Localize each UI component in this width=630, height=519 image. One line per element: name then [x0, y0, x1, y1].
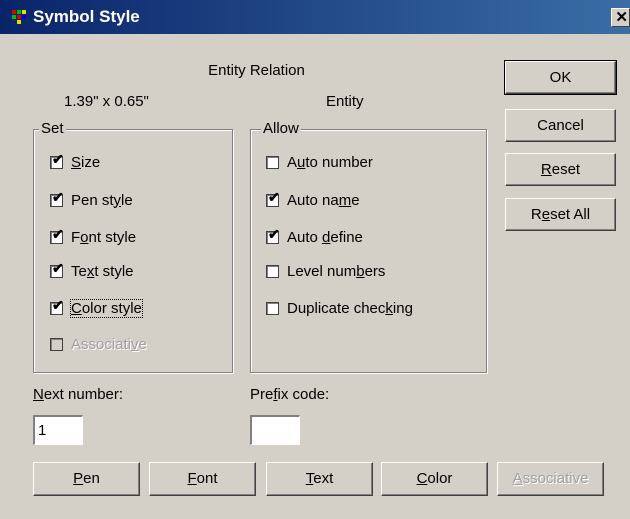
checkbox-level-numbers[interactable]: Level numbers: [266, 260, 385, 282]
symbol-size: 1.39" x 0.65": [64, 93, 149, 110]
next-number-input[interactable]: [33, 415, 83, 445]
checkbox-label-associative: Associative: [71, 335, 147, 353]
allow-group-legend: Allow: [261, 120, 301, 137]
text-button[interactable]: Text: [266, 462, 373, 496]
prefix-code-input[interactable]: [250, 415, 300, 445]
set-group-legend: Set: [39, 120, 66, 137]
checkbox-box[interactable]: ✔: [266, 190, 280, 207]
associative-button: Associative: [497, 462, 604, 496]
check-mark-icon: ✔: [52, 259, 64, 276]
checkbox-box[interactable]: ✔: [50, 261, 64, 278]
checkbox-label-text-style: Text style: [71, 262, 134, 280]
checkbox-box[interactable]: ✔: [50, 298, 64, 315]
checkbox-pen-style[interactable]: ✔ Pen style: [50, 189, 133, 211]
checkbox-font-style[interactable]: ✔ Font style: [50, 226, 136, 248]
check-mark-icon: ✔: [268, 225, 280, 242]
close-icon: ✕: [615, 9, 628, 26]
checkbox-box[interactable]: [266, 301, 279, 315]
font-button[interactable]: Font: [149, 462, 256, 496]
checkbox-label-pen-style: Pen style: [71, 191, 133, 209]
checkbox-label-auto-number: Auto number: [287, 153, 373, 171]
checkbox-label-size: Size: [71, 153, 101, 171]
reset-button[interactable]: Reset: [505, 153, 616, 186]
app-icon: [12, 10, 30, 24]
checkbox-associative: Associative: [50, 333, 147, 355]
check-mark-icon: ✔: [268, 188, 280, 205]
checkbox-box[interactable]: [266, 264, 279, 278]
pen-button[interactable]: Pen: [33, 462, 140, 496]
checkbox-label-duplicate-checking: Duplicate checking: [287, 299, 413, 317]
checkbox-box: [50, 337, 63, 351]
entity-type: Entity: [326, 93, 364, 110]
checkbox-label-color-style: Color style: [70, 298, 143, 318]
color-button[interactable]: Color: [381, 462, 488, 496]
checkbox-box[interactable]: [266, 155, 279, 169]
checkbox-auto-define[interactable]: ✔ Auto define: [266, 226, 363, 248]
ok-button[interactable]: OK: [504, 60, 617, 95]
checkbox-box[interactable]: ✔: [50, 152, 64, 169]
close-button[interactable]: ✕: [611, 8, 630, 27]
checkbox-label-auto-name: Auto name: [287, 191, 360, 209]
checkbox-label-auto-define: Auto define: [287, 228, 363, 246]
check-mark-icon: ✔: [52, 225, 64, 242]
title-bar[interactable]: Symbol Style ✕: [0, 0, 630, 34]
checkbox-text-style[interactable]: ✔ Text style: [50, 260, 134, 282]
cancel-button[interactable]: Cancel: [505, 109, 616, 142]
checkbox-auto-name[interactable]: ✔ Auto name: [266, 189, 360, 211]
symbol-name: Entity Relation: [208, 62, 305, 79]
checkbox-auto-number[interactable]: Auto number: [266, 151, 373, 173]
checkbox-label-level-numbers: Level numbers: [287, 262, 386, 280]
checkbox-box[interactable]: ✔: [50, 190, 64, 207]
next-number-label: Next number:: [33, 386, 124, 403]
prefix-code-label: Prefix code:: [250, 386, 330, 403]
checkbox-duplicate-checking[interactable]: Duplicate checking: [266, 297, 413, 319]
check-mark-icon: ✔: [52, 150, 64, 167]
reset-all-button[interactable]: Reset All: [505, 198, 616, 231]
checkbox-size[interactable]: ✔ Size: [50, 151, 100, 173]
window-title: Symbol Style: [33, 7, 140, 26]
checkbox-label-font-style: Font style: [71, 228, 137, 246]
checkbox-box[interactable]: ✔: [266, 227, 280, 244]
check-mark-icon: ✔: [52, 296, 64, 313]
check-mark-icon: ✔: [52, 188, 64, 205]
checkbox-color-style[interactable]: ✔ Color style: [50, 297, 143, 319]
checkbox-box[interactable]: ✔: [50, 227, 64, 244]
